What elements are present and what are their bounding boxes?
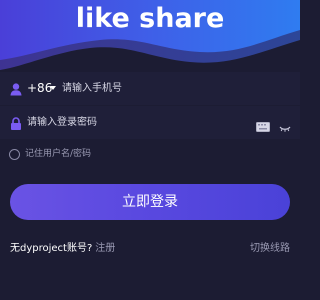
- switch-route-link[interactable]: 切换线路: [250, 243, 290, 255]
- app-title: like share: [75, 3, 225, 34]
- keyboard-icon[interactable]: [256, 117, 270, 136]
- chevron-down-icon[interactable]: [50, 86, 56, 90]
- register-link[interactable]: 注册: [95, 243, 115, 254]
- user-icon: [10, 81, 22, 100]
- remember-label: 记住用户名/密码: [25, 149, 92, 159]
- register-question: 无dyproject账号?: [10, 243, 93, 254]
- password-input[interactable]: [27, 115, 247, 129]
- register-prompt: 无dyproject账号? 注册: [10, 243, 115, 255]
- login-button[interactable]: 立即登录: [10, 184, 290, 220]
- country-code[interactable]: +86: [27, 81, 52, 95]
- header-banner: like share: [0, 0, 300, 72]
- password-field-row: [0, 106, 300, 139]
- remember-radio[interactable]: [9, 149, 20, 160]
- phone-field-row: +86: [0, 72, 300, 105]
- phone-input[interactable]: [62, 81, 282, 95]
- lock-icon: [10, 115, 22, 134]
- eye-closed-icon[interactable]: [279, 118, 291, 137]
